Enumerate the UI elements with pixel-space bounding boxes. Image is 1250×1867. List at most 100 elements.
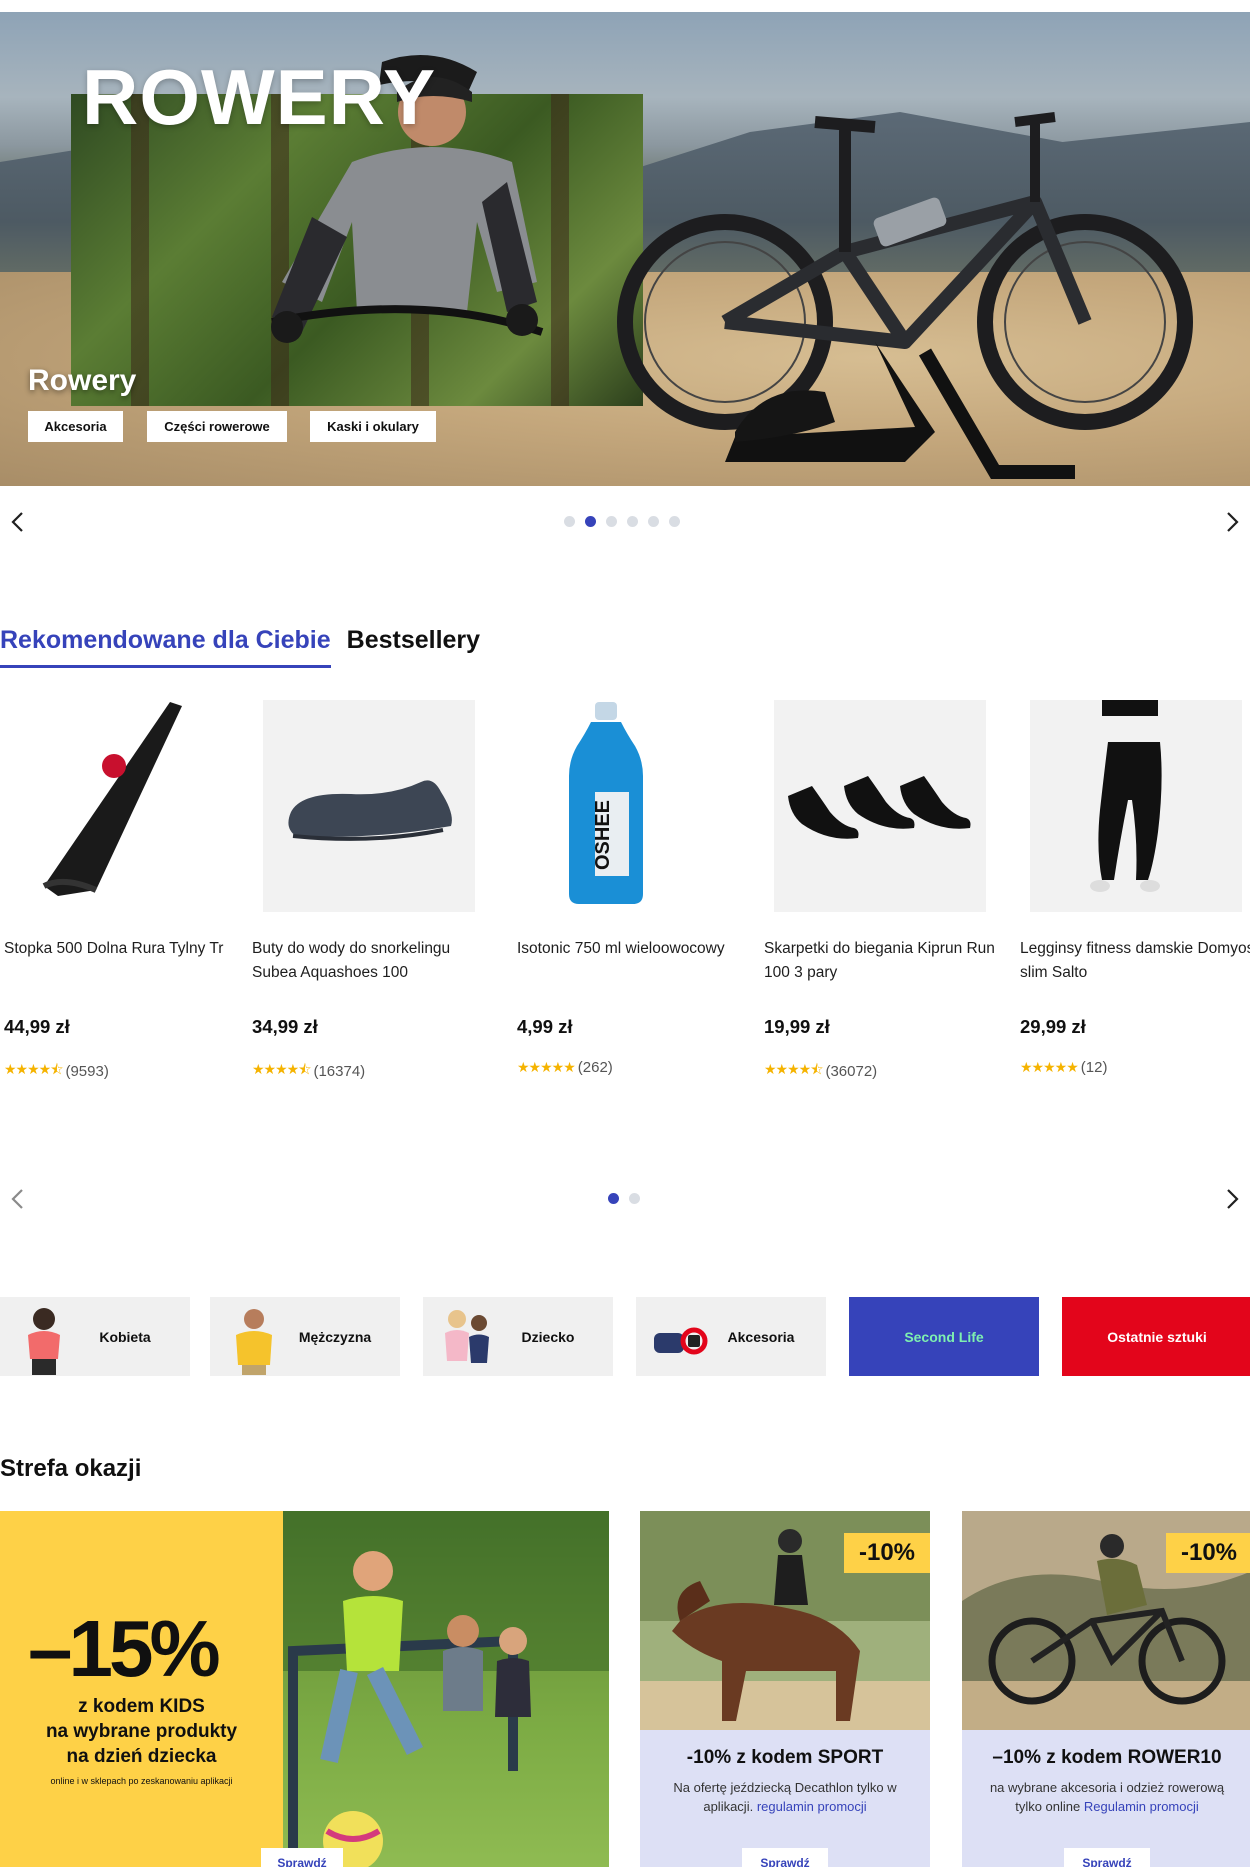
product-reviews: (12) xyxy=(1080,1059,1108,1076)
tab-recommended[interactable]: Rekomendowane dla Ciebie xyxy=(0,626,331,668)
chevron-right-icon xyxy=(1227,1189,1239,1209)
product-image[interactable]: OSHEE xyxy=(517,700,729,912)
leggings-image xyxy=(1090,700,1162,892)
category-label: Kobieta xyxy=(99,1328,151,1345)
hero-chip-accessories[interactable]: Akcesoria xyxy=(28,411,123,442)
hero-dot-active[interactable] xyxy=(585,516,596,527)
tab-bestsellers[interactable]: Bestsellery xyxy=(347,626,480,668)
water-shoe-image xyxy=(288,780,452,841)
products-next-arrow[interactable] xyxy=(1219,1185,1247,1213)
products-dot-active[interactable] xyxy=(608,1193,619,1204)
hero-pagination xyxy=(564,516,680,527)
product-rating: ★★★★⯪ (16374) xyxy=(252,1059,492,1083)
deal-yellow-panel: –15% z kodem KIDS na wybrane produkty na… xyxy=(0,1511,283,1867)
product-reviews: (9593) xyxy=(65,1062,109,1080)
hero-dot[interactable] xyxy=(627,516,638,527)
deal-kids-cta-button[interactable]: Sprawdź xyxy=(261,1848,343,1867)
deal-description: na wybrane akcesoria i odzież rowerową t… xyxy=(977,1778,1237,1816)
category-last-items[interactable]: Ostatnie sztuki xyxy=(1062,1297,1250,1376)
chevron-left-icon xyxy=(11,512,23,532)
deal-title: –10% z kodem ROWER10 xyxy=(992,1747,1222,1768)
rating-stars-icon: ★★★★⯪ xyxy=(4,1061,63,1077)
hero-subtitle: Rowery xyxy=(28,364,137,397)
deal-footnote: online i w sklepach po zeskanowaniu apli… xyxy=(50,1776,233,1786)
product-name[interactable]: Buty do wody do snorkelingu Subea Aquash… xyxy=(252,937,492,997)
deal-products-line: na wybrane produkty xyxy=(45,1721,238,1742)
product-image[interactable] xyxy=(1030,700,1242,912)
hero-prev-arrow[interactable] xyxy=(3,508,31,536)
isotonic-bottle-image: OSHEE xyxy=(569,702,643,904)
deal-badge: -10% xyxy=(844,1533,930,1573)
deal-code-line: z kodem KIDS xyxy=(78,1696,205,1717)
hero-dot[interactable] xyxy=(564,516,575,527)
product-card[interactable]: Buty do wody do snorkelingu Subea Aquash… xyxy=(252,700,492,1083)
deals-section-title: Strefa okazji xyxy=(0,1455,142,1482)
hero-dot[interactable] xyxy=(648,516,659,527)
rating-stars-icon: ★★★★⯪ xyxy=(764,1061,823,1077)
deal-cta-button[interactable]: Sprawdź xyxy=(742,1848,828,1867)
rating-stars-icon: ★★★★⯪ xyxy=(252,1061,311,1077)
hero-next-arrow[interactable] xyxy=(1219,508,1247,536)
product-price: 29,99 zł xyxy=(1020,1016,1086,1037)
rating-stars-icon: ★★★★★ xyxy=(1020,1059,1079,1075)
category-label: Second Life xyxy=(904,1328,984,1345)
category-label: Ostatnie sztuki xyxy=(1107,1328,1207,1345)
deal-percent: –15% xyxy=(28,1604,221,1693)
deal-badge: -10% xyxy=(1166,1533,1250,1573)
deal-card-cycling[interactable]: -10% –10% z kodem ROWER10 na wybrane akc… xyxy=(962,1511,1250,1867)
product-card[interactable]: Skarpetki do biegania Kiprun Run 100 3 p… xyxy=(764,700,1004,1083)
product-image[interactable] xyxy=(774,700,986,912)
chevron-left-icon xyxy=(11,1189,23,1209)
hero-chip-helmets[interactable]: Kaski i okulary xyxy=(310,411,436,442)
deal-cta-button[interactable]: Sprawdź xyxy=(1064,1848,1150,1867)
woman-thumbnail xyxy=(28,1308,60,1375)
deal-banner-kids[interactable]: –15% z kodem KIDS na wybrane produkty na… xyxy=(0,1511,609,1867)
product-name[interactable]: Stopka 500 Dolna Rura Tylny Tr xyxy=(4,937,244,997)
product-price: 4,99 zł xyxy=(517,1016,573,1037)
man-thumbnail xyxy=(236,1309,272,1375)
rating-stars-icon: ★★★★★ xyxy=(517,1059,576,1075)
products-pagination xyxy=(608,1193,640,1204)
product-name[interactable]: Skarpetki do biegania Kiprun Run 100 3 p… xyxy=(764,937,1004,997)
product-card[interactable]: Legginsy fitness damskie Domyos slim Sal… xyxy=(1020,700,1250,1076)
category-man[interactable]: Mężczyzna xyxy=(210,1297,400,1376)
deal-title: -10% z kodem SPORT xyxy=(686,1747,884,1768)
product-price: 19,99 zł xyxy=(764,1016,830,1037)
svg-text:OSHEE: OSHEE xyxy=(592,800,614,870)
deal-kids-photo xyxy=(283,1511,609,1867)
products-prev-arrow[interactable] xyxy=(3,1185,31,1213)
deal-terms-link[interactable]: regulamin promocji xyxy=(757,1799,867,1814)
kids-thumbnail xyxy=(445,1310,489,1363)
kickstand-image xyxy=(42,702,182,896)
category-label: Dziecko xyxy=(521,1328,575,1345)
deal-card-horse[interactable]: -10% -10% z kodem SPORT Na ofertę jeździ… xyxy=(640,1511,930,1867)
product-name[interactable]: Legginsy fitness damskie Domyos slim Sal… xyxy=(1020,937,1250,997)
product-image[interactable] xyxy=(263,700,475,912)
category-woman[interactable]: Kobieta xyxy=(0,1297,190,1376)
product-name[interactable]: Isotonic 750 ml wieloowocowy xyxy=(517,937,757,997)
product-rating: ★★★★★ (12) xyxy=(1020,1059,1250,1076)
product-card[interactable]: OSHEE Isotonic 750 ml wieloowocowy 4,99 … xyxy=(517,700,757,1076)
category-kids[interactable]: Dziecko xyxy=(423,1297,613,1376)
product-rating: ★★★★⯪ (9593) xyxy=(4,1059,244,1083)
product-price: 34,99 zł xyxy=(252,1016,318,1037)
hero-dot[interactable] xyxy=(669,516,680,527)
hero-chip-bike-parts[interactable]: Części rowerowe xyxy=(147,411,287,442)
deal-terms-link[interactable]: Regulamin promocji xyxy=(1084,1799,1199,1814)
product-card[interactable]: Stopka 500 Dolna Rura Tylny Tr 44,99 zł … xyxy=(4,700,244,1083)
socks-image xyxy=(788,776,971,839)
chevron-right-icon xyxy=(1227,512,1239,532)
product-tabs: Rekomendowane dla Ciebie Bestsellery xyxy=(0,626,480,668)
product-reviews: (16374) xyxy=(313,1062,366,1080)
deal-description: Na ofertę jeździecką Decathlon tylko w a… xyxy=(655,1778,915,1816)
category-label: Mężczyzna xyxy=(298,1328,372,1345)
product-rating: ★★★★★ (262) xyxy=(517,1059,757,1076)
category-second-life[interactable]: Second Life xyxy=(849,1297,1039,1376)
category-accessories[interactable]: Akcesoria xyxy=(636,1297,826,1376)
product-reviews: (36072) xyxy=(825,1062,878,1080)
product-image[interactable] xyxy=(4,700,216,912)
hero-bike-image xyxy=(617,112,1193,479)
deal-occasion-line: na dzień dziecka xyxy=(66,1746,217,1767)
products-dot[interactable] xyxy=(629,1193,640,1204)
hero-dot[interactable] xyxy=(606,516,617,527)
